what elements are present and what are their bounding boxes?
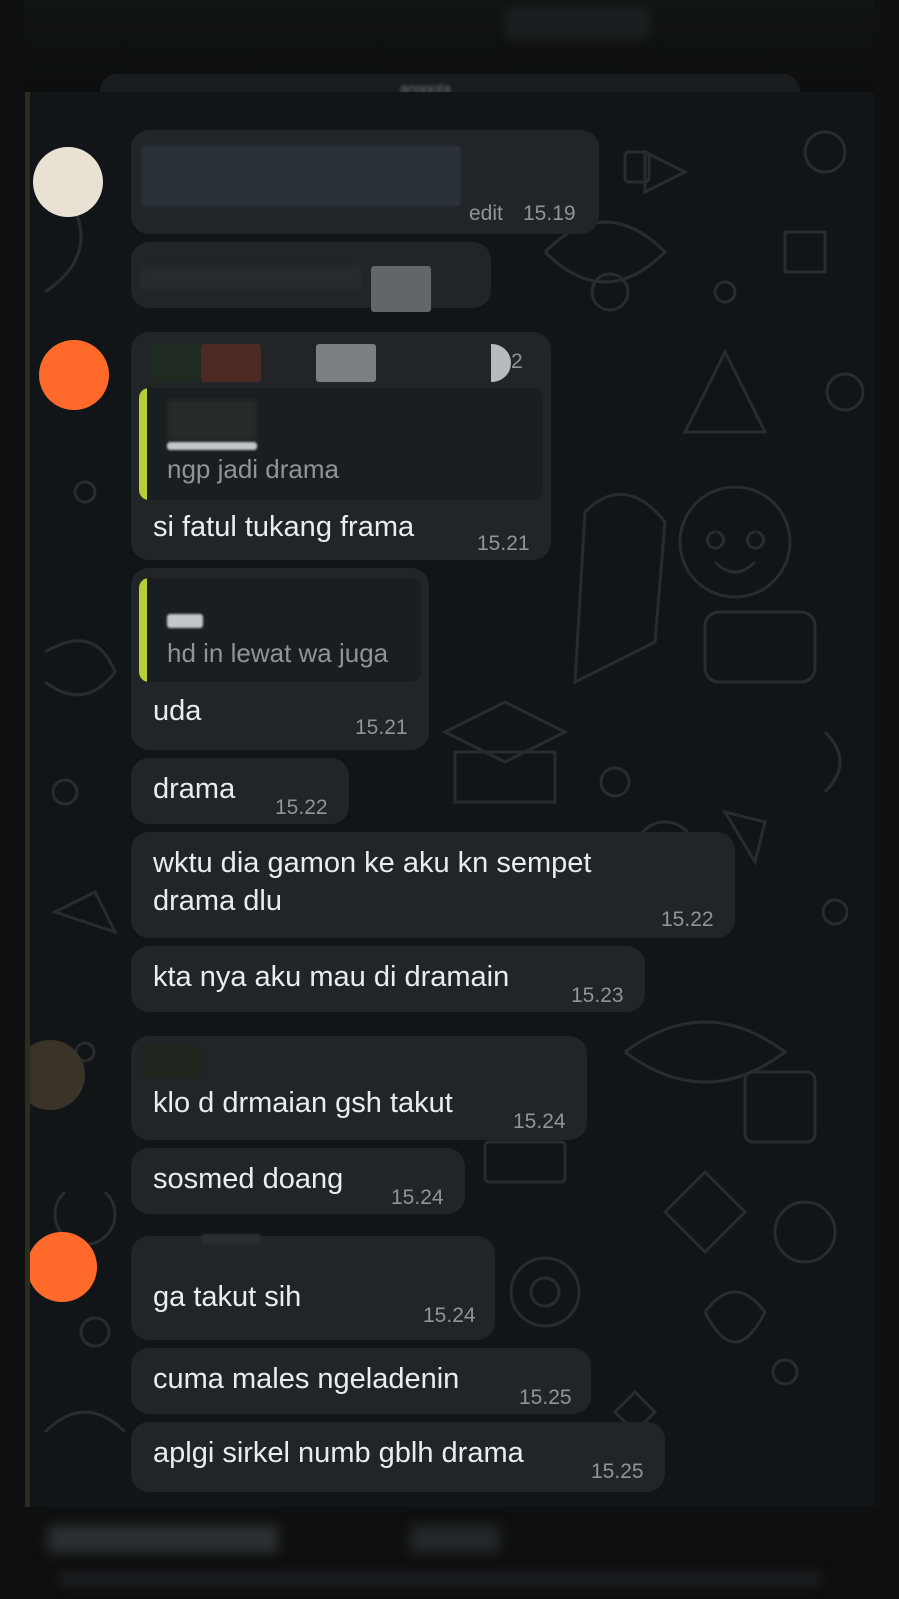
quoted-message[interactable]: ngp jadi drama [139,388,543,500]
message-text: kta nya aku mau di dramain [153,961,510,993]
message-bubble[interactable]: 2 ngp jadi drama si fatul tukang frama 1… [131,332,551,560]
chat-header: anggota [0,0,899,108]
message-bubble[interactable]: wktu dia gamon ke aku kn sempet drama dl… [131,832,735,938]
message-time: 15.21 [355,716,408,739]
message-time: 15.23 [571,984,624,1007]
frame-left [0,0,25,1599]
blurred-nav [60,1571,820,1587]
chat-edge-accent [25,92,30,1507]
message-bubble[interactable]: aplgi sirkel numb gblh drama 15.25 [131,1422,665,1492]
message-text: sosmed doang [153,1163,344,1195]
message-time: 15.24 [513,1110,566,1133]
input-bar [0,1507,899,1599]
avatar[interactable] [33,147,103,217]
redacted-content [371,266,431,312]
message-time: 15.21 [477,532,530,555]
message-text: uda [153,695,202,727]
message-text: si fatul tukang frama [153,511,415,543]
message-bubble[interactable]: sosmed doang 15.24 [131,1148,465,1214]
redacted-sender [151,344,201,382]
message-bubble[interactable] [131,242,491,312]
redacted-sender [491,344,511,382]
message-time: 15.22 [661,908,714,931]
message-bubble[interactable]: ga takut sih 15.24 [131,1234,495,1340]
edited-label: edit [469,202,503,225]
redacted-sender [141,1046,201,1078]
message-text: cuma males ngeladenin [153,1363,460,1395]
message-bubble[interactable]: klo d drmaian gsh takut 15.24 [131,1036,587,1140]
redacted-content [141,266,361,290]
redacted-quote-author [167,614,203,628]
message-bubble[interactable]: drama 15.22 [131,758,349,824]
message-time: 15.22 [275,796,328,819]
header-blurred-title [505,6,650,40]
message-time: 15.25 [519,1386,572,1409]
message-time: 15.24 [423,1304,476,1327]
message-time: 15.25 [591,1460,644,1483]
quoted-text: ngp jadi drama [167,454,339,484]
quote-bar [139,388,147,500]
redacted-sender [201,344,261,382]
redacted-sender [316,344,376,382]
message-text: aplgi sirkel numb gblh drama [153,1437,524,1469]
message-bubble[interactable]: cuma males ngeladenin 15.25 [131,1348,591,1414]
message-bubble[interactable]: edit 15.19 [131,130,599,234]
frame-right [874,0,899,1599]
blurred-input [410,1525,500,1553]
message-time: 15.24 [391,1186,444,1209]
chat-area[interactable]: edit 15.19 2 ngp jadi drama si fatul tuk… [25,92,874,1507]
message-time: 15.19 [523,202,576,225]
quoted-text: hd in lewat wa juga [167,638,389,668]
message-text: wktu dia gamon ke aku kn sempet drama dl… [153,847,592,917]
message-text: drama [153,773,236,805]
sender-suffix: 2 [511,350,523,373]
message-bubble[interactable]: kta nya aku mau di dramain 15.23 [131,946,645,1012]
message-text: ga takut sih [153,1281,302,1313]
avatar[interactable] [27,1232,97,1302]
redacted-content [141,146,461,206]
message-text: klo d drmaian gsh takut [153,1087,453,1119]
redacted-quote-author [167,400,257,440]
quote-bar [139,578,147,682]
redacted-sender [201,1234,261,1244]
redacted-quote-author [167,442,257,450]
quoted-message[interactable]: hd in lewat wa juga [139,578,421,682]
blurred-input [48,1525,278,1553]
avatar[interactable] [39,340,109,410]
message-bubble[interactable]: hd in lewat wa juga uda 15.21 [131,568,429,750]
